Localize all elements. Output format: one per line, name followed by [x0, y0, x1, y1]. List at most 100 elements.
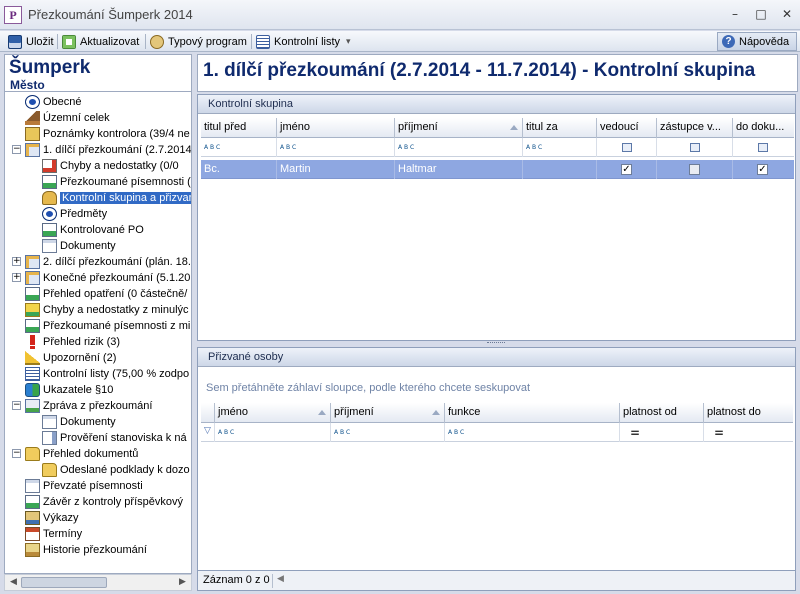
column-to-document[interactable]: do doku...: [733, 118, 794, 138]
tree-item[interactable]: Přezkoumané písemnosti z mir: [25, 318, 191, 334]
column-first-name[interactable]: jméno: [215, 403, 331, 423]
close-button[interactable]: ✕: [776, 4, 798, 24]
page-title: 1. dílčí přezkoumání (2.7.2014 - 11.7.20…: [203, 60, 756, 81]
checkbox-filter-icon[interactable]: [758, 143, 768, 152]
tree-item[interactable]: Přezkoumané písemnosti (: [42, 174, 191, 190]
tree-item[interactable]: Odeslané podklady k dozo: [42, 462, 190, 478]
tree-item-label: Dokumenty: [60, 240, 116, 252]
column-function[interactable]: funkce: [445, 403, 620, 423]
tree-item[interactable]: Poznámky kontrolora (39/4 ne: [25, 126, 190, 142]
cell-title-after[interactable]: [523, 160, 597, 179]
tree-item[interactable]: Předměty: [42, 206, 107, 222]
expand-toggle[interactable]: −: [12, 145, 21, 154]
expand-toggle[interactable]: +: [12, 273, 21, 282]
tree-item[interactable]: Historie přezkoumání: [25, 542, 147, 558]
navigation-tree[interactable]: − + + − − Obecné Územní celek Poznámky kon…: [4, 92, 192, 574]
notes-icon: [25, 127, 40, 141]
tree-item[interactable]: Kontrolní listy (75,00 % zodpo: [25, 366, 189, 382]
checklists-dropdown[interactable]: Kontrolní listy ▾: [256, 33, 351, 50]
tree-item[interactable]: Dokumenty: [42, 414, 116, 430]
report-icon: [25, 399, 40, 413]
tree-item[interactable]: Územní celek: [25, 110, 110, 126]
text-filter-icon[interactable]: A B C: [204, 143, 223, 152]
checkbox-filter-icon[interactable]: [690, 143, 700, 152]
calendar-icon: [25, 527, 40, 541]
tree-item[interactable]: Přehled opatření (0 částečně/: [25, 286, 187, 302]
checklists-label: Kontrolní listy: [274, 35, 341, 48]
equals-filter-icon[interactable]: =: [630, 426, 640, 440]
column-title-after[interactable]: titul za: [523, 118, 597, 138]
text-filter-icon[interactable]: A B C: [448, 428, 467, 437]
tree-item[interactable]: Závěr z kontroly příspěvkový: [25, 494, 183, 510]
invited-persons-title: Přizvané osoby: [198, 348, 795, 367]
equals-filter-icon[interactable]: =: [714, 426, 724, 440]
leader-checkbox[interactable]: ✓: [621, 164, 632, 175]
to-document-checkbox[interactable]: ✓: [757, 164, 768, 175]
column-deputy[interactable]: zástupce v...: [657, 118, 733, 138]
column-first-name[interactable]: jméno: [277, 118, 395, 138]
sort-ascending-icon: [510, 125, 518, 130]
minimize-button[interactable]: –: [724, 4, 746, 24]
tree-item[interactable]: Obecné: [25, 94, 82, 110]
scroll-right-icon[interactable]: ▶: [176, 576, 189, 589]
deputy-checkbox[interactable]: [689, 164, 700, 175]
text-filter-icon[interactable]: A B C: [526, 143, 545, 152]
table-row[interactable]: Bc. Martin Haltmar ✓ ✓: [201, 160, 794, 179]
checkbox-filter-icon[interactable]: [622, 143, 632, 152]
column-leader[interactable]: vedoucí: [597, 118, 657, 138]
grid-horizontal-scrollbar[interactable]: ◀: [272, 574, 792, 588]
cell-title-before[interactable]: Bc.: [201, 160, 277, 179]
cell-leader[interactable]: ✓: [597, 160, 657, 179]
tree-item[interactable]: Termíny: [25, 526, 82, 542]
statements-icon: [25, 511, 40, 525]
tree-item[interactable]: Ukazatele §10: [25, 382, 113, 398]
group-by-hint[interactable]: Sem přetáhněte záhlaví sloupce, podle kt…: [206, 382, 530, 394]
save-button[interactable]: Uložit: [8, 33, 54, 50]
help-button[interactable]: ? Nápověda: [717, 32, 797, 51]
refresh-button[interactable]: Aktualizovat: [62, 33, 139, 50]
maximize-button[interactable]: □: [750, 4, 772, 24]
tree-item[interactable]: 2. dílčí přezkoumání (plán. 18.: [25, 254, 191, 270]
invited-persons-filter-row[interactable]: ▽ A B C A B C A B C = =: [201, 423, 793, 442]
expand-toggle[interactable]: −: [12, 449, 21, 458]
column-title-before[interactable]: titul před: [201, 118, 277, 138]
column-last-name[interactable]: příjmení: [331, 403, 445, 423]
scroll-left-icon[interactable]: ◀: [7, 576, 20, 589]
group-icon: [42, 191, 57, 205]
tree-item[interactable]: Dokumenty: [42, 238, 116, 254]
invited-persons-panel: Přizvané osoby Sem přetáhněte záhlaví sl…: [197, 347, 796, 571]
tree-item[interactable]: Upozornění (2): [25, 350, 116, 366]
expand-toggle[interactable]: −: [12, 401, 21, 410]
tree-item[interactable]: Chyby a nedostatky z minulýc: [25, 302, 189, 318]
tree-item[interactable]: Prověření stanoviska k ná: [42, 430, 187, 446]
tree-item[interactable]: Konečné přezkoumání (5.1.20: [25, 270, 190, 286]
cell-to-document[interactable]: ✓: [733, 160, 794, 179]
scroll-left-icon[interactable]: ◀: [277, 574, 284, 584]
tree-item[interactable]: Kontrolované PO: [42, 222, 144, 238]
text-filter-icon[interactable]: A B C: [334, 428, 353, 437]
text-filter-icon[interactable]: A B C: [280, 143, 299, 152]
column-last-name[interactable]: příjmení: [395, 118, 523, 138]
cell-last-name[interactable]: Haltmar: [395, 160, 523, 179]
tree-item[interactable]: Výkazy: [25, 510, 78, 526]
tree-horizontal-scrollbar[interactable]: ◀ ▶: [4, 574, 192, 591]
tree-item[interactable]: Chyby a nedostatky (0/0: [42, 158, 179, 174]
cell-deputy[interactable]: [657, 160, 733, 179]
tree-item-label: Přezkoumané písemnosti (: [60, 176, 191, 188]
tree-item[interactable]: Převzaté písemnosti: [25, 478, 143, 494]
text-filter-icon[interactable]: A B C: [218, 428, 237, 437]
tree-item[interactable]: Přehled dokumentů: [25, 446, 138, 462]
column-valid-from[interactable]: platnost od: [620, 403, 704, 423]
tree-item[interactable]: 1. dílčí přezkoumání (2.7.2014: [25, 142, 191, 158]
cell-first-name[interactable]: Martin: [277, 160, 395, 179]
tree-item[interactable]: Přehled rizik (3): [25, 334, 120, 350]
tree-item[interactable]: Kontrolní skupina a přizvar: [42, 190, 191, 206]
expand-toggle[interactable]: +: [12, 257, 21, 266]
tree-item-label: Termíny: [43, 528, 83, 540]
text-filter-icon[interactable]: A B C: [398, 143, 417, 152]
column-valid-to[interactable]: platnost do: [704, 403, 793, 423]
tree-item[interactable]: Zpráva z přezkoumání: [25, 398, 152, 414]
scroll-thumb[interactable]: [21, 577, 107, 588]
control-group-filter-row[interactable]: A B C A B C A B C A B C: [201, 138, 794, 157]
typical-program-button[interactable]: Typový program: [150, 33, 247, 50]
